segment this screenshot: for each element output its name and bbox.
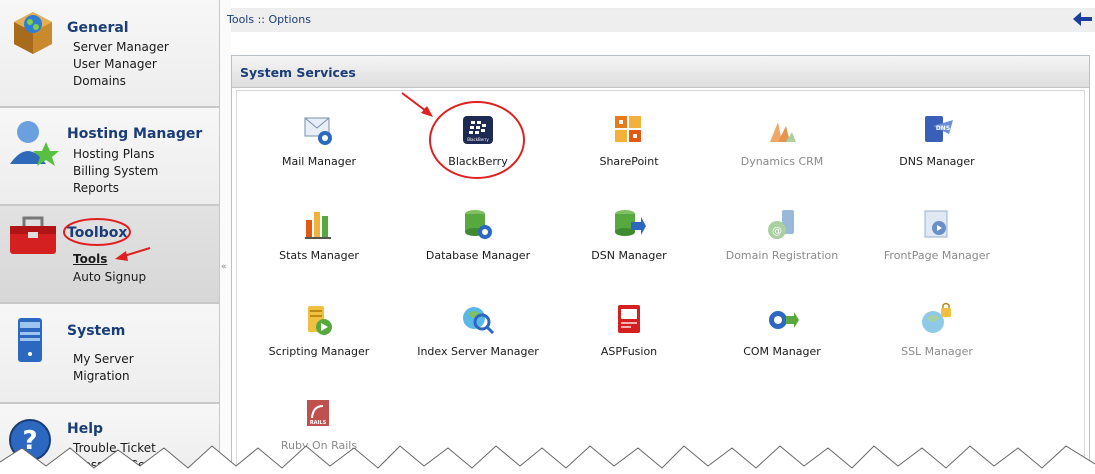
sidebar-item-reports[interactable]: Reports xyxy=(73,181,119,195)
tile-scripting-manager[interactable]: Scripting Manager xyxy=(234,302,404,372)
tile-mail-manager[interactable]: Mail Manager xyxy=(234,112,404,182)
mail-icon xyxy=(304,117,332,145)
tile-index-server-manager[interactable]: Index Server Manager xyxy=(393,302,563,372)
dns-icon: DNS xyxy=(925,116,953,142)
svg-text:@: @ xyxy=(772,226,782,237)
sidebar: General Server Manager User Manager Doma… xyxy=(0,0,219,474)
sidebar-section-hosting-manager: Hosting Manager Hosting Plans Billing Sy… xyxy=(0,108,219,206)
tile-label: Stats Manager xyxy=(279,249,359,262)
tile-domain-registration[interactable]: @ Domain Registration xyxy=(697,206,867,276)
sidebar-title-general[interactable]: General xyxy=(67,20,129,36)
aspfusion-icon xyxy=(618,305,640,333)
hosting-user-icon xyxy=(10,121,59,166)
tile-label: Domain Registration xyxy=(725,249,839,262)
sidebar-title-system[interactable]: System xyxy=(67,323,125,339)
sidebar-item-migration[interactable]: Migration xyxy=(73,369,130,383)
sidebar-section-system: System My Server Migration xyxy=(0,304,219,404)
system-server-icon xyxy=(18,318,42,362)
tile-stats-manager[interactable]: Stats Manager xyxy=(234,206,404,276)
com-icon xyxy=(769,311,799,329)
panel-title: System Services xyxy=(240,65,356,80)
rails-icon-text: RAILS xyxy=(310,420,327,426)
tile-aspfusion[interactable]: ASPFusion xyxy=(544,302,714,372)
dns-icon-text: DNS xyxy=(936,125,950,132)
sidebar-item-server-manager[interactable]: Server Manager xyxy=(73,40,169,54)
tile-dsn-manager[interactable]: DSN Manager xyxy=(544,206,714,276)
sidebar-item-user-manager[interactable]: User Manager xyxy=(73,57,157,71)
tile-label: Database Manager xyxy=(425,249,531,262)
tile-database-manager[interactable]: Database Manager xyxy=(393,206,563,276)
ruby-on-rails-icon: RAILS xyxy=(307,400,329,426)
database-icon xyxy=(465,210,492,239)
domain-registration-icon: @ xyxy=(768,210,794,239)
breadcrumb: Tools :: Options xyxy=(227,13,311,26)
tile-blackberry[interactable]: BlackBerry BlackBerry xyxy=(393,112,563,182)
tile-label: SharePoint xyxy=(599,155,659,168)
toolbox-icon xyxy=(10,216,56,254)
general-box-icon xyxy=(14,12,52,54)
dynamics-crm-icon xyxy=(770,122,796,142)
sidebar-item-tools[interactable]: Tools xyxy=(73,252,107,266)
tile-label: DNS Manager xyxy=(899,155,975,168)
tile-label: DSN Manager xyxy=(591,249,667,262)
sidebar-item-domains[interactable]: Domains xyxy=(73,74,126,88)
scripting-icon xyxy=(308,306,332,335)
ssl-icon xyxy=(922,302,951,333)
tile-label: ASPFusion xyxy=(600,345,658,358)
sidebar-item-my-server[interactable]: My Server xyxy=(73,352,134,366)
back-arrow-icon[interactable] xyxy=(1071,9,1093,29)
tile-dns-manager[interactable]: DNS DNS Manager xyxy=(852,112,1022,182)
sidebar-item-hosting-plans[interactable]: Hosting Plans xyxy=(73,147,154,161)
sharepoint-icon xyxy=(615,116,641,142)
sidebar-splitter[interactable]: « xyxy=(219,0,231,474)
top-bar: Tools :: Options xyxy=(227,8,1095,32)
sidebar-title-hosting-manager[interactable]: Hosting Manager xyxy=(67,126,202,142)
tile-label: BlackBerry xyxy=(448,155,508,168)
sidebar-section-general: General Server Manager User Manager Doma… xyxy=(0,0,219,108)
frontpage-icon xyxy=(924,210,948,238)
sidebar-section-toolbox: Toolbox Tools Auto Signup xyxy=(0,206,219,304)
stats-icon xyxy=(305,212,331,239)
tile-label: FrontPage Manager xyxy=(883,249,991,262)
blackberry-icon-text: BlackBerry xyxy=(467,137,489,142)
tile-frontpage-manager[interactable]: FrontPage Manager xyxy=(852,206,1022,276)
tile-ssl-manager[interactable]: SSL Manager xyxy=(852,302,1022,372)
sidebar-item-billing-system[interactable]: Billing System xyxy=(73,164,158,178)
tile-label: COM Manager xyxy=(743,345,821,358)
system-services-panel: System Services Mail Manager BlackBerry xyxy=(231,55,1090,474)
tile-com-manager[interactable]: COM Manager xyxy=(697,302,867,372)
index-server-icon xyxy=(463,307,495,335)
tile-dynamics-crm[interactable]: Dynamics CRM xyxy=(697,112,867,182)
dsn-icon xyxy=(615,210,646,236)
tile-label: Mail Manager xyxy=(281,155,357,168)
sidebar-title-toolbox[interactable]: Toolbox xyxy=(67,225,127,241)
tile-label: SSL Manager xyxy=(901,345,973,358)
tile-sharepoint[interactable]: SharePoint xyxy=(544,112,714,182)
tile-label: Dynamics CRM xyxy=(740,155,824,168)
panel-header: System Services xyxy=(232,56,1089,88)
tile-label: Scripting Manager xyxy=(268,345,370,358)
blackberry-icon: BlackBerry xyxy=(463,116,493,144)
collapse-chevron-icon[interactable]: « xyxy=(221,262,227,272)
panel-body: Mail Manager BlackBerry BlackBerry Share… xyxy=(236,90,1085,474)
tile-label: Index Server Manager xyxy=(417,345,539,358)
sidebar-item-auto-signup[interactable]: Auto Signup xyxy=(73,270,146,284)
torn-edge xyxy=(0,445,1095,474)
